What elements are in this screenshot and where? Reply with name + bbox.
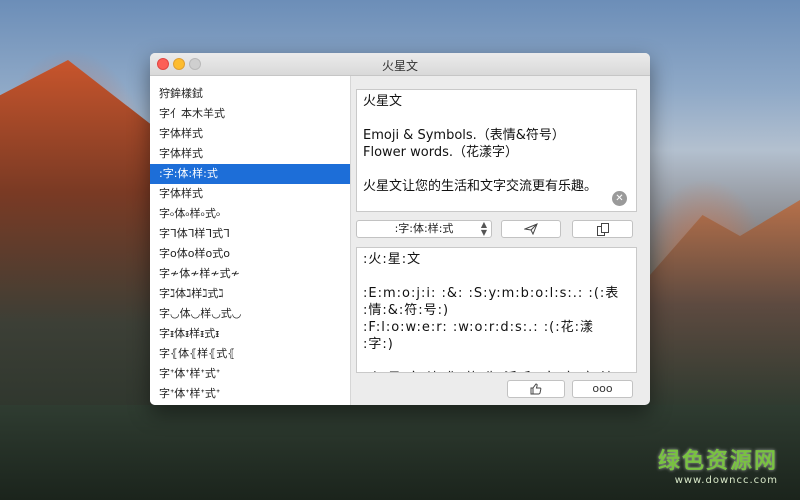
bottom-controls: ooo xyxy=(356,380,637,400)
style-list-item[interactable]: :字:体:样:式 xyxy=(150,164,350,184)
controls-row: :字:体:样:式 ▲ ▼ xyxy=(356,220,637,240)
output-line: :火:星:文 xyxy=(363,252,422,267)
style-list-item[interactable]: 字ᐩ体ᐩ样ᐩ式ᐩ xyxy=(150,364,350,384)
style-list-item[interactable]: 字⦃体⦃样⦃式⦃ xyxy=(150,344,350,364)
output-line: :火:星:文:让:您:的:生:活:和:文:字:交:流 xyxy=(363,370,630,372)
more-button[interactable]: ooo xyxy=(572,380,633,398)
output-line: :情:&:符:号:) xyxy=(363,303,450,318)
style-list-item[interactable]: 字ℷ体ℷ样ℷ式ℷ xyxy=(150,284,350,304)
title-bar: 火星文 xyxy=(150,53,650,76)
style-list-item[interactable]: 字体样式 xyxy=(150,184,350,204)
style-select[interactable]: :字:体:样:式 ▲ ▼ xyxy=(356,220,492,238)
output-text-area[interactable]: :火:星:文 :E:m:o:j:i: :&: :S:y:m:b:o:l:s:.: … xyxy=(356,247,637,373)
style-list-item[interactable]: 字体样式 xyxy=(150,124,350,144)
chevron-updown-icon: ▲ ▼ xyxy=(480,220,487,237)
window-title: 火星文 xyxy=(381,59,418,73)
input-line: 火星文让您的生活和文字交流更有乐趣。 xyxy=(363,179,598,194)
input-line xyxy=(363,161,630,178)
style-list-item[interactable]: 字o体o样o式o xyxy=(150,244,350,264)
input-line: Flower words.（花漾字） xyxy=(363,145,519,160)
style-list-item[interactable]: 字体样式 xyxy=(150,144,350,164)
input-line xyxy=(363,110,630,127)
thumbs-up-icon xyxy=(530,383,542,395)
clear-icon[interactable]: ✕ xyxy=(612,191,627,206)
more-icon: ooo xyxy=(592,382,613,395)
watermark-url: www.downcc.com xyxy=(674,475,778,486)
style-list-item[interactable]: 字≁体≁样≁式≁ xyxy=(150,264,350,284)
input-line: Emoji & Symbols.（表情&符号） xyxy=(363,128,565,143)
output-line: :F:l:o:w:e:r: :w:o:r:d:s:.: :(:花:漾 xyxy=(363,320,595,335)
style-list-item[interactable]: 字亻本木羊式 xyxy=(150,104,350,124)
app-window: 火星文 狩鉾樣鉽 字亻本木羊式 字体样式 字体样式:字:体:样:式 字体样式 字৹体৹样৹… xyxy=(150,53,650,405)
style-list-item[interactable]: 字ᵻ体ᵻ样ᵻ式ᵻ xyxy=(150,324,350,344)
copy-button[interactable] xyxy=(572,220,633,238)
paper-plane-icon xyxy=(523,223,538,236)
style-list-item[interactable]: 字ᒣ体ᒣ样ᒣ式ᒣ xyxy=(150,224,350,244)
input-text-area[interactable]: 火星文 Emoji & Symbols.（表情&符号） Flower words.（… xyxy=(356,89,637,212)
watermark-title: 绿色资源网 xyxy=(657,449,778,474)
like-button[interactable] xyxy=(507,380,565,398)
input-line: 火星文 xyxy=(363,94,403,109)
watermark: 绿色资源网 www.downcc.com xyxy=(658,443,778,486)
send-button[interactable] xyxy=(501,220,561,238)
output-line: :字:) xyxy=(363,337,394,352)
style-list-item[interactable]: 字◡体◡样◡式◡ xyxy=(150,304,350,324)
style-select-value: :字:体:样:式 xyxy=(394,222,454,235)
style-list-item[interactable]: 字৹体৹样৹式৹ xyxy=(150,204,350,224)
style-list-item[interactable]: 字ᐩ体ᐩ样ᐩ式ᐩ xyxy=(150,384,350,404)
style-list: 狩鉾樣鉽 字亻本木羊式 字体样式 字体样式:字:体:样:式 字体样式 字৹体৹样৹式৹ 字ᒣ… xyxy=(150,76,351,405)
style-list-item[interactable]: 狩鉾樣鉽 xyxy=(150,84,350,104)
copy-icon xyxy=(596,223,609,236)
output-line: :E:m:o:j:i: :&: :S:y:m:b:o:l:s:.: :(:表 xyxy=(363,286,620,301)
